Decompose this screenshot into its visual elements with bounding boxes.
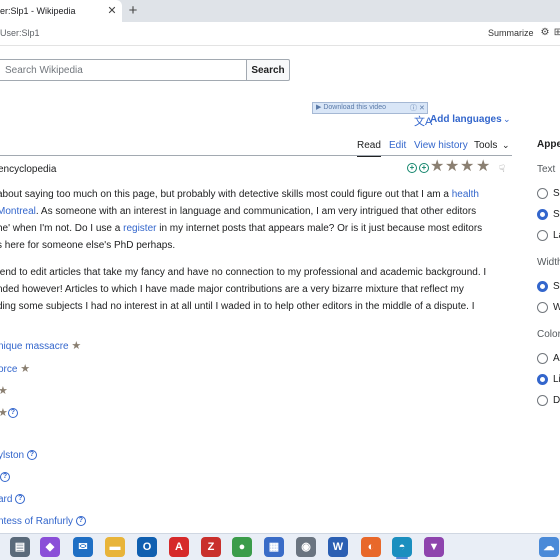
outlook-icon[interactable]: O [137,537,157,557]
radio-label: Da [553,395,560,406]
star-icon: ★ [430,158,445,175]
close-icon[interactable]: ✕ [105,4,119,18]
firefox-icon[interactable]: ◐ [361,537,381,557]
radio-label: Au [553,353,560,364]
address-bar[interactable]: User:Slp1 Summarize ⚙ ⊞ [0,22,560,46]
color-automatic-radio[interactable] [537,353,548,364]
acrobat-icon[interactable]: A [169,537,189,557]
star-icon: ★ [71,340,82,352]
text-line: s here for someone else's PhD perhaps. [0,240,176,251]
color-label: Color [537,329,560,340]
help-icon[interactable]: ? [0,472,10,483]
paragraph: tend to edit articles that take my fancy… [0,264,509,315]
text-line: Montreal. As someone with an interest in… [0,203,509,220]
text-line: tend to edit articles that take my fancy… [0,267,487,278]
tab-edit[interactable]: Edit [389,140,406,151]
radio-label: W [553,302,560,313]
appearance-title: Appe [537,139,560,150]
tabs-divider [0,155,512,156]
color-light-radio[interactable] [537,374,548,385]
list-item[interactable]: ntess of Ranfurly ? [0,516,86,527]
list-item[interactable]: ylston ? [0,450,37,461]
add-languages-button[interactable]: Add languages [430,114,502,125]
extensions-icon[interactable]: ⊞ [552,27,560,39]
copilot-icon[interactable]: ◆ [40,537,60,557]
onedrive-icon[interactable]: ☁ [539,537,559,557]
link-health[interactable]: health [452,189,479,200]
radio-label: St [553,281,560,292]
width-standard-radio[interactable] [537,281,548,292]
paragraph: about saying too much on this page, but … [0,186,509,254]
plus-icon[interactable]: + [407,163,417,173]
outlook-mail-icon[interactable]: ✉ [73,537,93,557]
browser-tab-bar: User:Slp1 - Wikipedia ✕ + [0,0,560,22]
radio-label: La [553,230,560,241]
widgets-icon[interactable]: ▤ [10,537,30,557]
text-size-small-radio[interactable] [537,188,548,199]
search-button[interactable]: Search [246,59,290,81]
search-input[interactable] [0,59,247,81]
active-app-indicator [396,557,408,559]
link-register[interactable]: register [123,223,156,234]
star-icon: ★ [20,363,31,375]
camera-icon[interactable]: ◉ [296,537,316,557]
list-item[interactable]: nique massacre ★ [0,339,81,352]
help-icon[interactable]: ? [26,450,37,461]
width-wide-radio[interactable] [537,302,548,313]
radio-label: Li [553,374,560,385]
help-icon[interactable]: ? [75,516,86,527]
page-tagline: encyclopedia [0,164,57,175]
plus-icon[interactable]: + [419,163,429,173]
chrome-icon[interactable]: ● [232,537,252,557]
text-size-label: Text [537,164,556,175]
list-item[interactable]: orce ★ [0,362,30,375]
list-item[interactable]: ? [0,472,10,483]
help-icon[interactable]: ? [15,494,26,505]
text-line: ding some subjects I had no interest in … [0,301,475,312]
summarize-button[interactable]: Summarize [488,28,534,38]
star-icon: ★ [460,158,475,175]
radio-label: Sm [553,188,560,199]
browser-tab[interactable]: User:Slp1 - Wikipedia ✕ [0,0,122,22]
text-line: he' when I'm not. Do I use a register in… [0,223,483,234]
pointer-icon: ☟ [499,164,506,175]
star-icon: ★ [445,158,460,175]
vpn-icon[interactable]: ▼ [424,537,444,557]
browser-tab-title: User:Slp1 - Wikipedia [0,6,76,16]
list-item[interactable]: ★? [0,406,18,419]
edge-icon[interactable]: ◓ [392,537,412,557]
star-icon: ★ [0,407,8,419]
list-item[interactable]: ard ? [0,494,26,505]
text-line: about saying too much on this page, but … [0,189,479,200]
list-item[interactable]: ★ [0,384,8,397]
text-size-standard-radio[interactable] [537,209,548,220]
chevron-down-icon[interactable]: ⌄ [503,114,511,125]
translate-icon[interactable]: ⚙ [539,27,551,39]
new-tab-icon[interactable]: + [124,2,142,20]
word-icon[interactable]: W [328,537,348,557]
file-explorer-icon[interactable]: ▬ [105,537,125,557]
color-dark-radio[interactable] [537,395,548,406]
link-montreal[interactable]: Montreal [0,206,36,217]
star-icon: ★ [0,385,8,397]
star-icon: ★ [476,158,491,175]
text-line: nded however! Articles to which I have m… [0,284,464,295]
store-icon[interactable]: ▦ [264,537,284,557]
chevron-down-icon[interactable]: ⌄ [502,140,510,151]
tab-view-history[interactable]: View history [414,140,468,151]
width-label: Width [537,257,560,268]
filezilla-icon[interactable]: Z [201,537,221,557]
tab-tools[interactable]: Tools [474,140,497,151]
address-text[interactable]: User:Slp1 [0,28,40,38]
text-size-large-radio[interactable] [537,230,548,241]
taskbar: ▤ ◆ ✉ ▬ O A Z ● ▦ ◉ W ◐ ◓ ▼ ☁ [0,533,560,560]
help-icon[interactable]: ? [7,408,18,419]
download-help-icon[interactable]: ⓘ ✕ [410,103,425,113]
radio-label: St [553,209,560,220]
